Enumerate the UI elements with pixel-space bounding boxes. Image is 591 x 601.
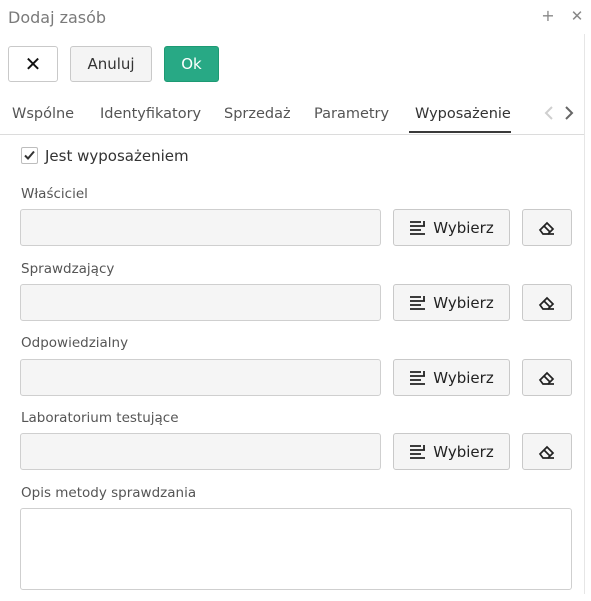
ok-button[interactable]: Ok — [164, 46, 219, 82]
tab-wyposazenie[interactable]: Wyposażenie — [415, 106, 511, 122]
window-title: Dodaj zasób — [8, 8, 107, 27]
description-textarea[interactable] — [20, 508, 572, 590]
responsible-clear-button[interactable] — [522, 359, 572, 396]
checker-clear-button[interactable] — [522, 284, 572, 321]
list-icon — [410, 295, 426, 310]
list-icon — [410, 444, 426, 459]
responsible-input[interactable] — [20, 359, 381, 396]
list-icon — [410, 370, 426, 385]
eraser-icon — [538, 296, 555, 310]
list-icon — [410, 220, 426, 235]
responsible-select-button[interactable]: Wybierz — [393, 359, 510, 396]
owner-input[interactable] — [20, 209, 381, 246]
close-icon[interactable]: ✕ — [568, 6, 586, 26]
responsible-label: Odpowiedzialny — [21, 335, 129, 351]
test-lab-label: Laboratorium testujące — [21, 410, 179, 426]
tab-wspolne[interactable]: Wspólne — [12, 106, 74, 122]
eraser-icon — [538, 371, 555, 385]
tab-identyfikatory[interactable]: Identyfikatory — [100, 106, 201, 122]
tab-bar: Wspólne Identyfikatory Sprzedaż Parametr… — [0, 100, 584, 135]
test-lab-clear-button[interactable] — [522, 433, 572, 470]
title-bar: Dodaj zasób + ✕ — [0, 0, 591, 34]
eraser-icon — [538, 445, 555, 459]
checker-input[interactable] — [20, 284, 381, 321]
close-button[interactable]: ✕ — [8, 46, 58, 82]
equipment-checkbox-label: Jest wyposażeniem — [45, 147, 189, 165]
eraser-icon — [538, 221, 555, 235]
test-lab-select-label: Wybierz — [433, 442, 494, 461]
responsible-select-label: Wybierz — [433, 368, 494, 387]
checker-label: Sprawdzający — [21, 261, 115, 277]
add-icon[interactable]: + — [539, 6, 557, 26]
checker-select-button[interactable]: Wybierz — [393, 284, 510, 321]
active-tab-indicator — [409, 131, 511, 133]
chevron-left-icon[interactable] — [540, 104, 558, 126]
owner-select-label: Wybierz — [433, 218, 494, 237]
check-icon — [24, 150, 35, 160]
test-lab-input[interactable] — [20, 433, 381, 470]
test-lab-select-button[interactable]: Wybierz — [393, 433, 510, 470]
cancel-button[interactable]: Anuluj — [70, 46, 152, 82]
owner-clear-button[interactable] — [522, 209, 572, 246]
chevron-right-icon[interactable] — [560, 104, 578, 126]
scrollbar[interactable] — [584, 34, 585, 594]
equipment-checkbox[interactable] — [21, 147, 38, 164]
tab-sprzedaz[interactable]: Sprzedaż — [224, 106, 291, 122]
owner-label: Właściciel — [21, 186, 88, 202]
owner-select-button[interactable]: Wybierz — [393, 209, 510, 246]
description-label: Opis metody sprawdzania — [21, 485, 197, 501]
checker-select-label: Wybierz — [433, 293, 494, 312]
tab-parametry[interactable]: Parametry — [314, 106, 389, 122]
